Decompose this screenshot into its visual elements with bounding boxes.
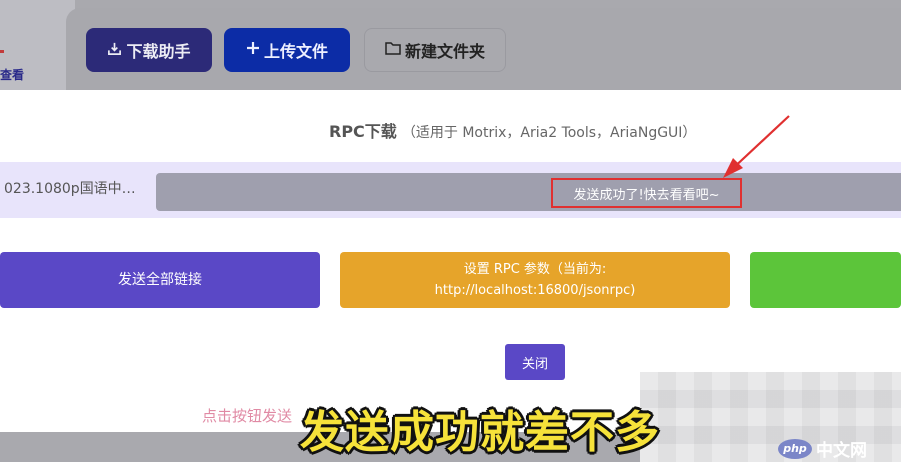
download-helper-button[interactable]: 下载助手	[86, 28, 212, 72]
rpc-settings-line2: http://localhost:16800/jsonrpc)	[434, 283, 636, 298]
green-action-button[interactable]	[750, 252, 901, 308]
modal-title: RPC下载 （适用于 Motrix，Aria2 Tools，AriaNgGUI）	[329, 118, 696, 142]
modal-title-main: RPC下载	[329, 122, 397, 141]
php-watermark: php 中文网	[778, 436, 867, 461]
download-helper-label: 下载助手	[126, 42, 191, 61]
send-status-message: 发送成功了!快去看看吧~	[551, 178, 742, 208]
hint-text: 点击按钮发送	[202, 407, 293, 425]
upload-file-button[interactable]: 上传文件	[224, 28, 350, 72]
modal-title-note: （适用于 Motrix，Aria2 Tools，AriaNgGUI）	[401, 125, 697, 141]
new-folder-label: 新建文件夹	[404, 42, 485, 61]
background-link[interactable]: 查看	[0, 66, 24, 83]
close-button[interactable]: 关闭	[505, 344, 565, 380]
red-arrow-annotation	[723, 115, 790, 178]
new-folder-button[interactable]: 新建文件夹	[364, 28, 506, 72]
rpc-settings-button[interactable]: 设置 RPC 参数（当前为: http://localhost:16800/js…	[340, 252, 730, 308]
file-name: 023.1080p国语中…	[4, 181, 136, 197]
php-logo-icon: php	[778, 438, 812, 459]
background-marker	[0, 50, 4, 53]
send-all-links-button[interactable]: 发送全部链接	[0, 252, 320, 308]
plus-icon	[246, 41, 260, 59]
rpc-settings-line1: 设置 RPC 参数（当前为:	[463, 262, 607, 277]
upload-file-label: 上传文件	[263, 42, 328, 61]
video-subtitle: 发送成功就差不多	[300, 407, 660, 458]
download-icon	[107, 41, 122, 60]
folder-icon	[385, 41, 401, 59]
watermark-text: 中文网	[816, 441, 867, 461]
